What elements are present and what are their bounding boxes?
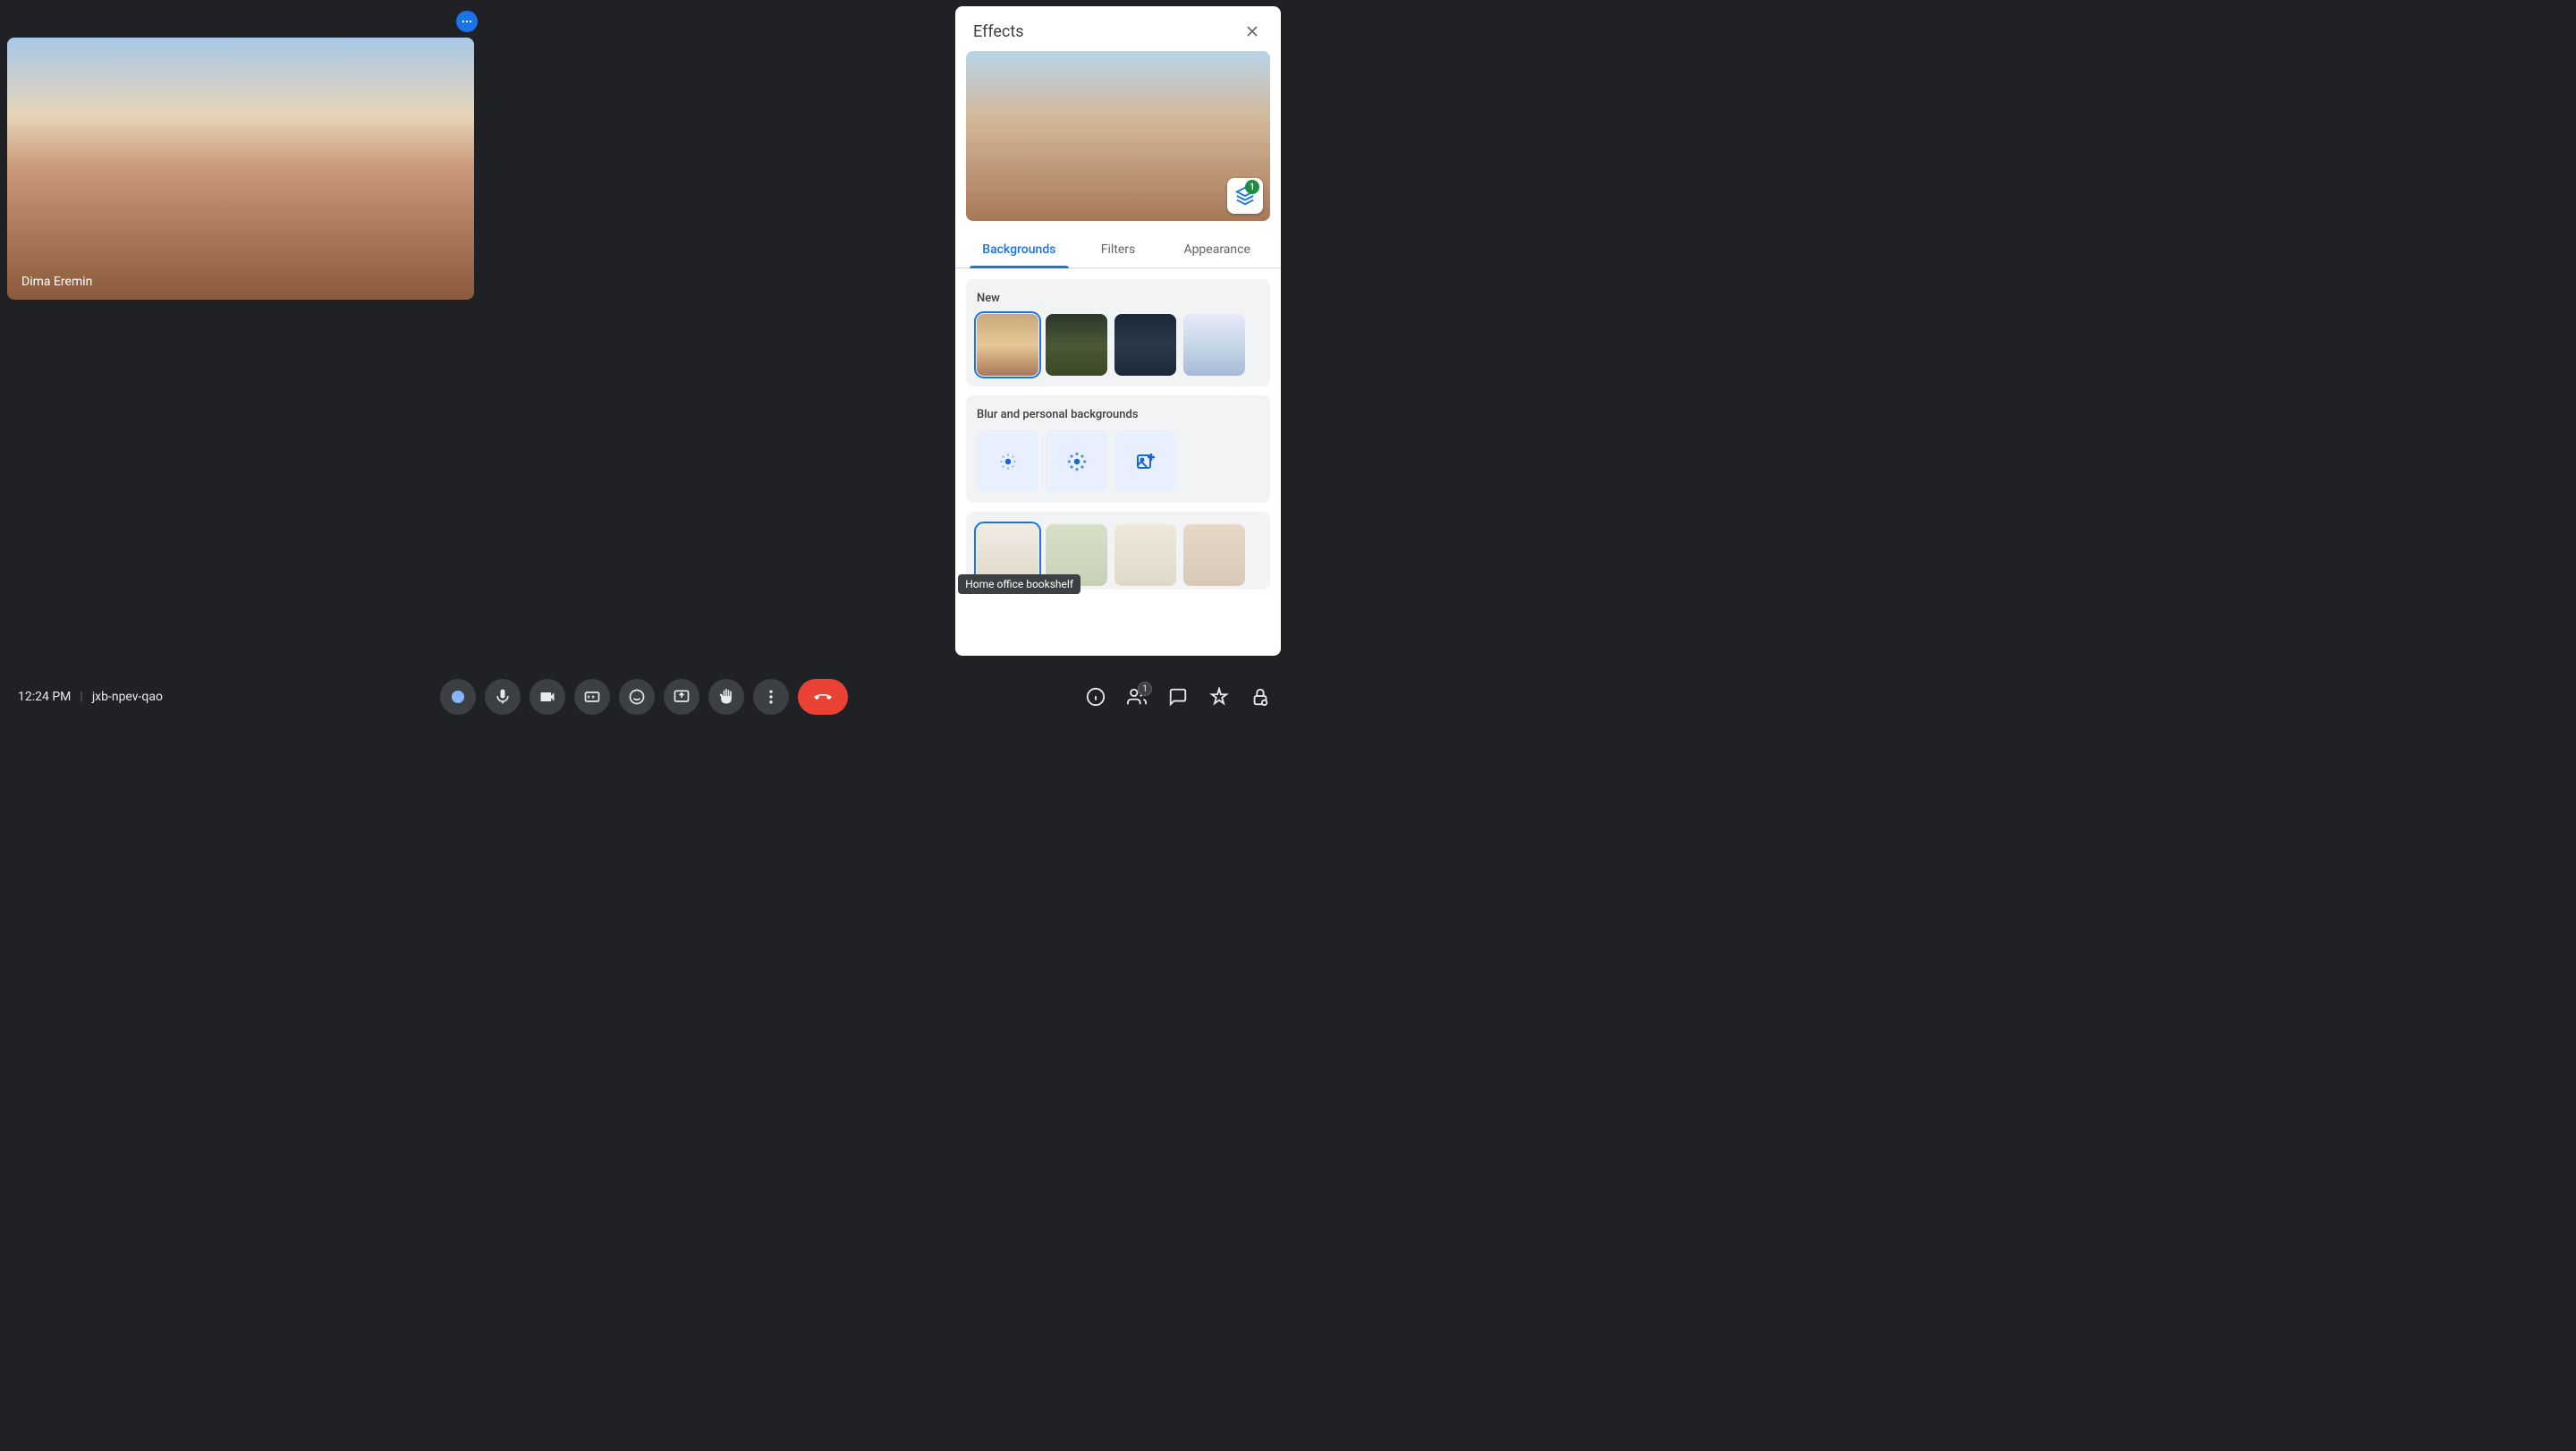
blur-slight-icon (996, 450, 1020, 473)
blur-strong-icon (1065, 450, 1089, 473)
bg-upload[interactable] (1114, 430, 1176, 492)
effects-panel: Effects 1 Backgrounds Filters Appearance… (955, 6, 1281, 656)
effects-title: Effects (973, 22, 1024, 41)
chat-button[interactable] (1168, 687, 1188, 707)
present-icon (673, 688, 691, 706)
raise-hand-button[interactable] (708, 679, 744, 715)
chat-icon (1168, 687, 1188, 707)
bg-workspace-3[interactable] (1114, 524, 1176, 586)
section-new-title: New (977, 292, 1259, 305)
main-video-tile: Dima Eremin (7, 38, 474, 300)
section-blur: Blur and personal backgrounds (966, 395, 1270, 503)
bg-new-4[interactable] (1183, 314, 1245, 376)
tab-appearance[interactable]: Appearance (1167, 232, 1267, 267)
tab-backgrounds[interactable]: Backgrounds (970, 232, 1069, 267)
info-icon (1086, 687, 1106, 707)
mic-button[interactable] (485, 679, 521, 715)
host-controls-button[interactable] (1250, 687, 1270, 707)
meeting-code: jxb-npev-qao (92, 690, 163, 704)
lock-icon (1250, 687, 1270, 707)
reactions-button[interactable] (619, 679, 655, 715)
present-button[interactable] (664, 679, 699, 715)
activities-button[interactable] (1209, 687, 1229, 707)
bg-new-1[interactable] (977, 314, 1038, 376)
layers-button[interactable]: 1 (1227, 178, 1263, 214)
captions-button[interactable] (574, 679, 610, 715)
bottom-bar: 12:24 PM | jxb-npev-qao (0, 668, 1288, 726)
captions-icon (583, 688, 601, 706)
bg-new-3[interactable] (1114, 314, 1176, 376)
recording-indicator-button[interactable] (440, 679, 476, 715)
divider: | (80, 690, 82, 704)
camera-icon (538, 688, 556, 706)
close-icon (1243, 22, 1261, 40)
emoji-icon (628, 688, 646, 706)
bg-tooltip: Home office bookshelf (958, 574, 1080, 594)
upload-image-icon (1135, 451, 1157, 472)
video-options-button[interactable] (456, 11, 478, 32)
effects-tabs: Backgrounds Filters Appearance (955, 232, 1281, 268)
bg-blur-strong[interactable] (1046, 430, 1107, 492)
activities-icon (1209, 687, 1229, 707)
meeting-info-button[interactable] (1086, 687, 1106, 707)
more-vert-icon (762, 688, 780, 706)
close-effects-button[interactable] (1241, 21, 1263, 42)
bg-new-2[interactable] (1046, 314, 1107, 376)
mic-icon (494, 688, 512, 706)
more-options-button[interactable] (753, 679, 789, 715)
people-button[interactable]: 1 (1127, 687, 1147, 707)
people-count-badge: 1 (1138, 682, 1152, 696)
section-blur-title: Blur and personal backgrounds (977, 408, 1259, 421)
effects-preview: 1 (966, 51, 1270, 221)
hand-icon (717, 688, 735, 706)
participant-name-label: Dima Eremin (21, 275, 92, 289)
section-new: New (966, 279, 1270, 386)
bg-workspace-4[interactable] (1183, 524, 1245, 586)
clock-time: 12:24 PM (18, 690, 71, 704)
tab-filters[interactable]: Filters (1069, 232, 1168, 267)
blue-dot-icon (452, 691, 464, 703)
end-call-button[interactable] (798, 679, 848, 715)
end-call-icon (812, 686, 834, 708)
camera-button[interactable] (530, 679, 565, 715)
bg-blur-slight[interactable] (977, 430, 1038, 492)
layers-count-badge: 1 (1245, 180, 1259, 194)
